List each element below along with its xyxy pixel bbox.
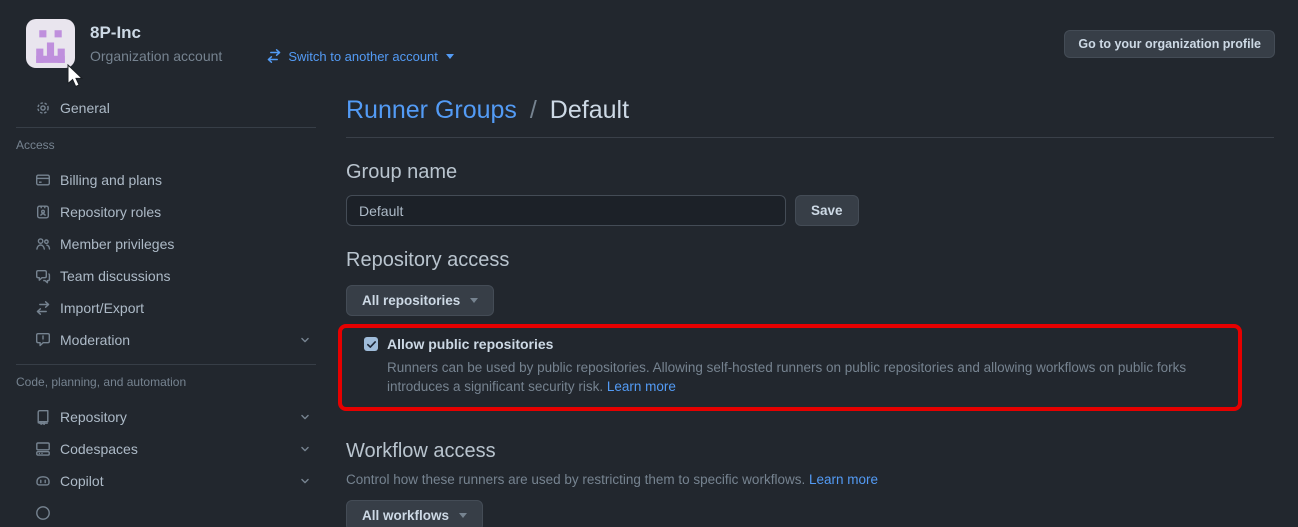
sidebar-item-import-export[interactable]: Import/Export (0, 292, 332, 324)
sidebar-item-label: Import/Export (60, 300, 145, 316)
sidebar-item-copilot[interactable]: Copilot (0, 465, 332, 497)
breadcrumb-current: Default (549, 96, 630, 124)
org-settings-page: 8P-Inc Organization account Switch to an… (0, 0, 1298, 527)
breadcrumb-runner-groups-link[interactable]: Runner Groups (346, 96, 517, 124)
sidebar-item-label: Billing and plans (60, 172, 162, 188)
comment-discussion-icon (35, 268, 51, 284)
sidebar-divider (16, 127, 316, 128)
check-icon (366, 340, 376, 348)
dropdown-caret-icon (459, 513, 468, 518)
org-name: 8P-Inc (90, 23, 142, 42)
switch-account-label: Switch to another account (288, 48, 438, 64)
dropdown-label: All workflows (362, 508, 450, 523)
workflow-access-description: Control how these runners are used by re… (346, 472, 879, 487)
dropdown-caret-icon (470, 298, 479, 303)
go-to-profile-button[interactable]: Go to your organization profile (1064, 30, 1275, 58)
chevron-down-icon (298, 333, 312, 347)
breadcrumb: Runner Groups / Default (346, 96, 1274, 125)
people-icon (35, 236, 51, 252)
sidebar-section-label-code: Code, planning, and automation (16, 375, 187, 389)
report-icon (35, 332, 51, 348)
save-button[interactable]: Save (795, 195, 859, 226)
arrow-switch-icon (35, 300, 51, 316)
switch-account-link[interactable]: Switch to another account (266, 48, 454, 64)
allow-public-checkbox[interactable] (364, 337, 378, 351)
sidebar-item-label: Team discussions (60, 268, 171, 284)
sidebar-item-member-privileges[interactable]: Member privileges (0, 228, 332, 260)
header-subtitle-row: Organization account Switch to another a… (90, 48, 454, 64)
account-type-label: Organization account (90, 48, 223, 64)
identicon (36, 30, 65, 63)
settings-sidebar: General Access Billing and plans Reposit… (0, 84, 332, 527)
dropdown-label: All repositories (362, 293, 461, 308)
sidebar-item-general[interactable]: General (0, 92, 332, 124)
sidebar-item-label: Repository roles (60, 204, 162, 220)
dropdown-caret-icon (445, 53, 454, 59)
chevron-down-icon (298, 474, 312, 488)
learn-more-link[interactable]: Learn more (809, 472, 878, 487)
sidebar-section-label-access: Access (16, 138, 55, 152)
sidebar-item-repository-roles[interactable]: Repository roles (0, 196, 332, 228)
allow-public-highlight-box: Allow public repositories Runners can be… (338, 324, 1242, 411)
codespaces-icon (35, 441, 51, 457)
play-circle-icon (35, 505, 51, 521)
id-badge-icon (35, 204, 51, 220)
arrow-switch-icon (266, 48, 282, 64)
sidebar-item-label: General (60, 100, 110, 116)
sidebar-item-moderation[interactable]: Moderation (0, 324, 332, 356)
repository-access-dropdown[interactable]: All repositories (346, 285, 495, 316)
sidebar-item-repository[interactable]: Repository (0, 401, 332, 433)
copilot-icon (35, 473, 51, 489)
sidebar-item-partial[interactable] (0, 497, 332, 527)
learn-more-link[interactable]: Learn more (607, 379, 676, 394)
group-name-row: Save (346, 195, 1274, 226)
repo-icon (35, 409, 51, 425)
workflow-access-dropdown[interactable]: All workflows (346, 500, 484, 527)
sidebar-item-billing-and-plans[interactable]: Billing and plans (0, 164, 332, 196)
sidebar-item-team-discussions[interactable]: Team discussions (0, 260, 332, 292)
credit-card-icon (35, 172, 51, 188)
sidebar-item-label: Member privileges (60, 236, 175, 252)
repository-access-heading: Repository access (346, 249, 510, 271)
sidebar-item-label: Codespaces (60, 441, 138, 457)
allow-public-row: Allow public repositories (364, 336, 1238, 352)
workflow-access-heading: Workflow access (346, 440, 496, 462)
mouse-cursor (66, 63, 84, 95)
breadcrumb-separator: / (529, 96, 537, 124)
org-avatar[interactable] (26, 19, 75, 68)
sidebar-item-label: Repository (60, 409, 127, 425)
allow-public-description: Runners can be used by public repositori… (387, 360, 1187, 394)
sidebar-divider (16, 364, 316, 365)
group-name-input[interactable] (346, 195, 786, 226)
group-name-heading: Group name (346, 161, 458, 183)
chevron-down-icon (298, 442, 312, 456)
chevron-down-icon (298, 410, 312, 424)
sidebar-item-label: Copilot (60, 473, 104, 489)
sidebar-item-label: Moderation (60, 332, 131, 348)
gear-icon (35, 100, 51, 116)
main-content: Runner Groups / Default Group name Save … (338, 84, 1274, 527)
sidebar-item-codespaces[interactable]: Codespaces (0, 433, 332, 465)
heading-divider (346, 137, 1274, 138)
allow-public-label: Allow public repositories (387, 336, 554, 352)
